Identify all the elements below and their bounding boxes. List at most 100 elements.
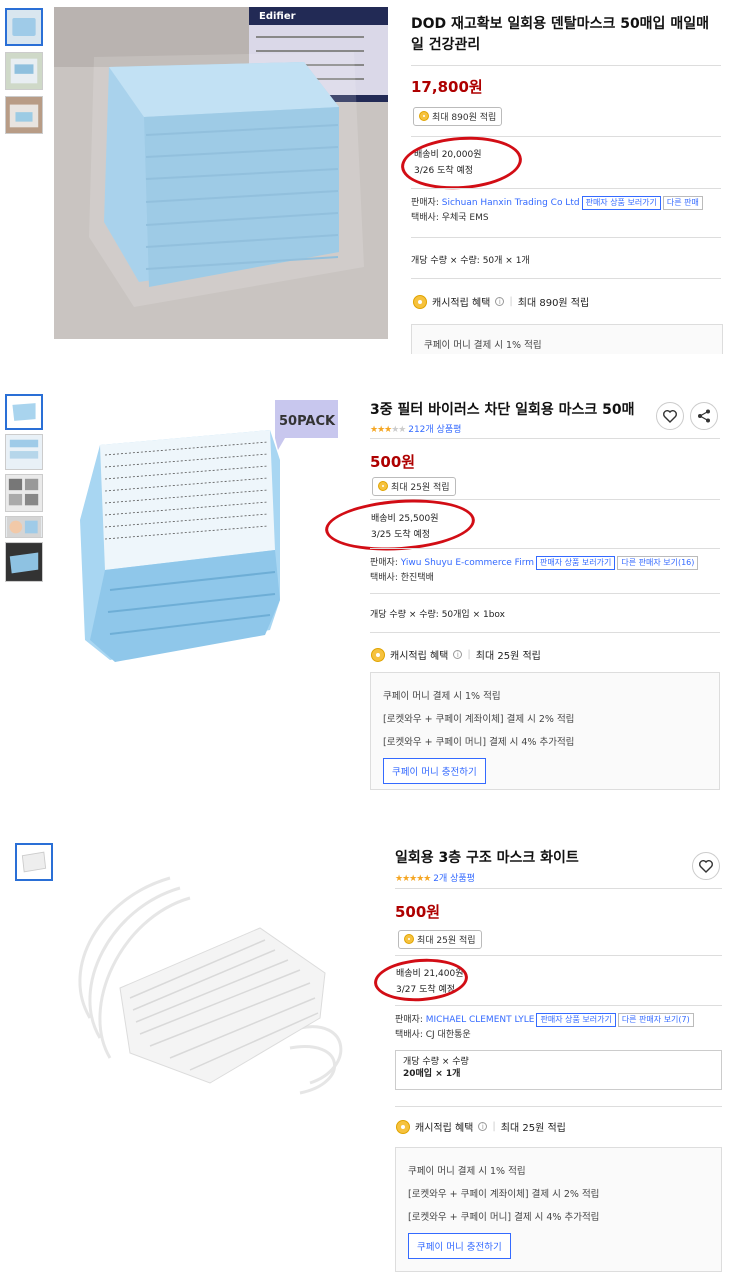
thumbnail-3[interactable] (5, 96, 43, 134)
review-count-link[interactable]: 212개 상품평 (408, 425, 461, 435)
rating-row: ★★★★★ 2개 상품평 (395, 871, 475, 884)
divider (395, 1005, 722, 1006)
other-sellers-button[interactable]: 다른 판매자 보기(7) (617, 1013, 694, 1027)
benefit-box: 쿠페이 머니 결제 시 1% 적립 [로켓와우 + 쿠페이 계좌이체] 결제 시… (395, 1147, 722, 1272)
seller-products-button[interactable]: 판매자 상품 보러가기 (581, 196, 661, 210)
thumbnail-3[interactable] (5, 474, 43, 512)
seller-info: 판매자: MICHAEL CLEMENT LYLE 판매자 상품 보러가기 다른 판… (395, 1013, 694, 1043)
cash-label: 캐시적립 혜택 (432, 298, 491, 309)
quantity: 개당 수량 × 수량: 50개 × 1개 (411, 256, 530, 266)
seller-products-button[interactable]: 판매자 상품 보러가기 (536, 556, 616, 570)
price: 17,800원 (411, 78, 483, 96)
cash-label: 캐시적립 혜택 (390, 651, 449, 662)
heart-icon (699, 860, 713, 873)
product-info-1: DOD 재고확보 일회용 덴탈마스크 50매입 매일매일 건강관리 (411, 14, 721, 56)
benefit-box: 쿠페이 머니 결제 시 1% 적립 [로켓와우 + 쿠페이 계좌이체] 결제 시… (370, 672, 720, 790)
shipping-fee: 배송비 25,500원 (371, 514, 439, 524)
star-rating: ★★★★★ (370, 425, 406, 435)
cash-max: 최대 25원 적립 (475, 651, 541, 662)
price: 500원 (395, 903, 441, 921)
coin-icon (404, 934, 414, 944)
seller-name-link[interactable]: Sichuan Hanxin Trading Co Ltd (442, 198, 580, 208)
cash-reward-row: 캐시적립 혜택 i | 최대 25원 적립 (371, 647, 541, 662)
divider (395, 955, 722, 956)
product-title: 3중 필터 바이러스 차단 일회용 마스크 50매 (370, 402, 635, 418)
quantity: 개당 수량 × 수량: 50개입 × 1box (370, 610, 505, 620)
product-title: 일회용 3층 구조 마스크 화이트 (395, 850, 579, 866)
box-brand-text: Edifier (259, 11, 296, 22)
seller-info: 판매자: Yiwu Shuyu E-commerce Firm 판매자 상품 보러… (370, 556, 699, 586)
seller-label: 판매자: (370, 558, 398, 568)
carrier: 택배사: CJ 대한통운 (395, 1030, 471, 1040)
seller-name-link[interactable]: MICHAEL CLEMENT LYLE (426, 1015, 535, 1025)
thumbnail-1[interactable] (5, 394, 43, 430)
review-count-link[interactable]: 2개 상품평 (433, 874, 475, 884)
quantity-label: 개당 수량 × 수량 (403, 1057, 469, 1067)
thumbnail-2[interactable] (5, 434, 43, 470)
benefit-line: [로켓와우 + 쿠페이 머니] 결제 시 4% 추가적립 (408, 1212, 600, 1223)
cash-reward-row: 캐시적립 혜택 i | 최대 890원 적립 (413, 294, 589, 309)
quantity-value: 20매입 × 1개 (403, 1069, 461, 1079)
shipping-info: 배송비 20,000원 3/26 도착 예정 (414, 147, 481, 179)
seller-label: 판매자: (411, 198, 439, 208)
benefit-line: 쿠페이 머니 결제 시 1% 적립 (424, 340, 542, 351)
divider (395, 1106, 722, 1107)
thumbnail-4[interactable] (5, 516, 43, 538)
product-panel-3: 일회용 3층 구조 마스크 화이트 ★★★★★ 2개 상품평 500원 최대 2… (0, 838, 742, 1283)
arrival-date: 3/25 도착 예정 (371, 530, 431, 540)
reward-pill: 최대 25원 적립 (372, 476, 456, 496)
benefit-line: 쿠페이 머니 결제 시 1% 적립 (408, 1166, 526, 1177)
divider (370, 632, 720, 633)
divider (411, 278, 721, 279)
product-panel-2: 50PACK 3중 필터 바이러스 차단 일회용 마스크 50매 ★★★★★ 2… (0, 388, 742, 798)
reward-text: 최대 890원 적립 (432, 112, 497, 123)
thumbnail-5[interactable] (5, 542, 43, 582)
cash-reward-row: 캐시적립 혜택 i | 최대 25원 적립 (396, 1119, 566, 1134)
divider (395, 888, 722, 889)
arrival-date: 3/27 도착 예정 (396, 985, 456, 995)
product-title: DOD 재고확보 일회용 덴탈마스크 50매입 매일매일 건강관리 (411, 16, 709, 53)
coin-icon (419, 111, 429, 121)
benefit-line: [로켓와우 + 쿠페이 머니] 결제 시 4% 추가적립 (383, 737, 575, 748)
shipping-info: 배송비 25,500원 3/25 도착 예정 (371, 511, 438, 543)
seller-info: 판매자: Sichuan Hanxin Trading Co Ltd 판매자 상품… (411, 196, 703, 226)
coin-icon (396, 1119, 410, 1134)
reward-text: 최대 25원 적립 (417, 935, 476, 946)
benefit-line: 쿠페이 머니 결제 시 1% 적립 (383, 691, 501, 702)
info-icon[interactable]: i (478, 1122, 488, 1131)
carrier: 택배사: 한진택배 (370, 573, 434, 583)
reward-text: 최대 25원 적립 (391, 482, 450, 493)
shipping-fee: 배송비 20,000원 (414, 150, 482, 160)
other-sellers-button[interactable]: 다른 판매 (662, 196, 703, 210)
thumbnail-2[interactable] (5, 52, 43, 90)
shipping-info: 배송비 21,400원 3/27 도착 예정 (396, 966, 463, 998)
seller-products-button[interactable]: 판매자 상품 보러가기 (536, 1013, 616, 1027)
quantity-box: 개당 수량 × 수량 20매입 × 1개 (395, 1050, 722, 1090)
divider (370, 548, 720, 549)
main-product-image (60, 868, 360, 1098)
info-icon[interactable]: i (453, 650, 463, 659)
wishlist-button[interactable] (656, 402, 684, 430)
pack-badge: 50PACK (279, 414, 336, 429)
benefit-box: 쿠페이 머니 결제 시 1% 적립 (411, 324, 723, 354)
price: 500원 (370, 453, 416, 471)
reward-pill: 최대 25원 적립 (398, 929, 482, 949)
divider (411, 65, 721, 66)
charge-money-button[interactable]: 쿠페이 머니 충전하기 (408, 1233, 511, 1259)
thumbnail-1[interactable] (15, 843, 53, 881)
charge-money-button[interactable]: 쿠페이 머니 충전하기 (383, 758, 486, 784)
divider (411, 237, 721, 238)
share-button[interactable] (690, 402, 718, 430)
info-icon[interactable]: i (495, 297, 505, 306)
divider (370, 438, 720, 439)
wishlist-button[interactable] (692, 852, 720, 880)
cash-max: 최대 25원 적립 (500, 1123, 566, 1134)
coin-icon (413, 294, 427, 309)
other-sellers-button[interactable]: 다른 판매자 보기(16) (617, 556, 699, 570)
coin-icon (378, 481, 388, 491)
thumbnail-1[interactable] (5, 8, 43, 46)
star-rating: ★★★★★ (395, 874, 431, 884)
product-panel-1: Edifier DOD 재고확보 일회용 덴탈마스크 50매입 매일매일 건강관… (0, 0, 742, 360)
main-product-image: 50PACK (70, 400, 338, 680)
seller-name-link[interactable]: Yiwu Shuyu E-commerce Firm (401, 558, 534, 568)
